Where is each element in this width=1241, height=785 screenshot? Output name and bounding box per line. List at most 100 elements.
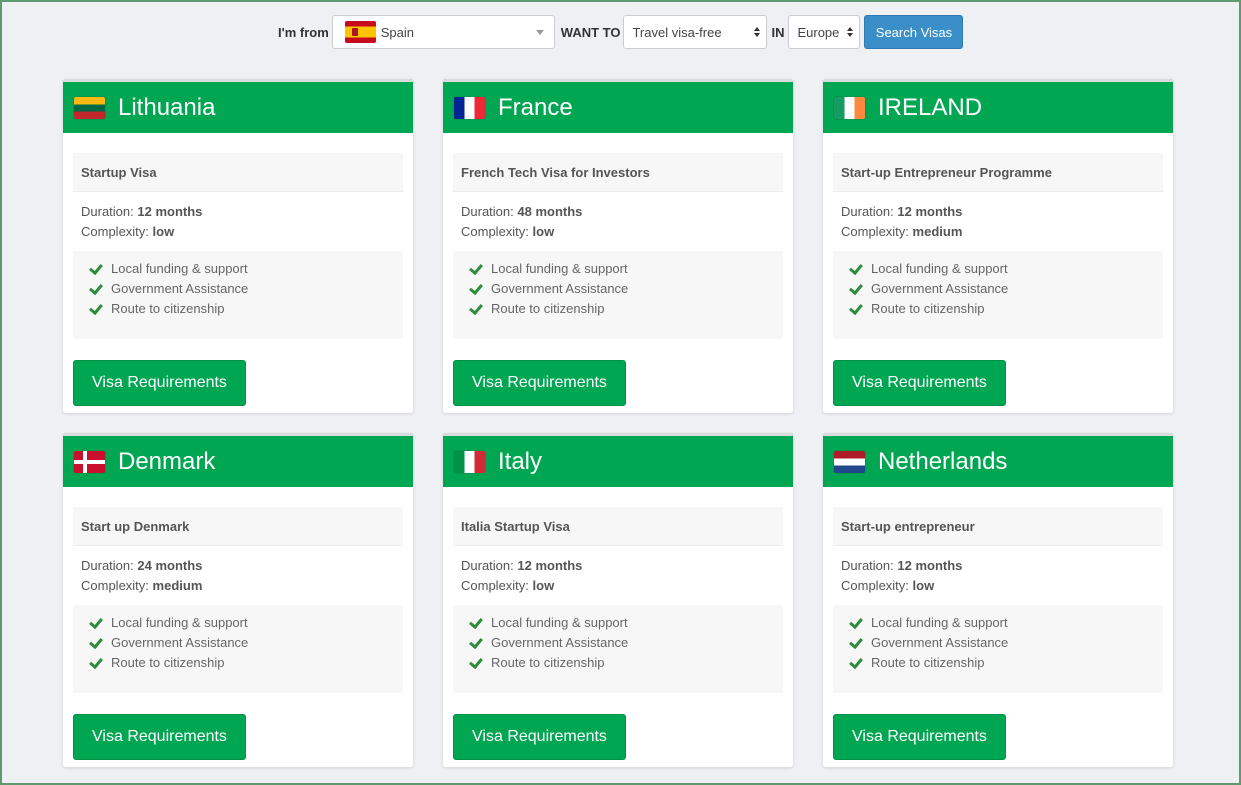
duration-value: 12 months [517,558,583,573]
complexity-label: Complexity: [81,578,149,593]
country-title: Denmark [118,447,216,475]
region-select[interactable]: Europe [788,15,861,49]
card-header: Lithuania [63,79,413,133]
duration-value: 24 months [137,558,203,573]
visa-card: Netherlands Start-up entrepreneur Durati… [823,433,1173,767]
check-icon [469,656,483,670]
visa-details: Duration: 12 months Complexity: medium [833,192,1163,251]
check-icon [89,262,103,276]
feature-label: Route to citizenship [491,655,605,670]
complexity-label: Complexity: [841,578,909,593]
list-item: Government Assistance [89,633,403,653]
card-header: Italy [443,433,793,487]
feature-label: Local funding & support [491,615,628,630]
visa-card: Lithuania Startup Visa Duration: 12 mont… [63,79,413,413]
card-header: IRELAND [823,79,1173,133]
check-icon [469,302,483,316]
feature-label: Route to citizenship [111,301,225,316]
program-name: Italia Startup Visa [453,507,783,546]
visa-search-bar: I'm from Spain WANT TO Travel visa-free … [278,15,964,49]
complexity-label: Complexity: [461,578,529,593]
france-flag-icon [454,96,485,119]
check-icon [849,636,863,650]
check-icon [849,656,863,670]
visa-details: Duration: 24 months Complexity: medium [73,546,403,605]
feature-label: Local funding & support [111,615,248,630]
visa-card: Italy Italia Startup Visa Duration: 12 m… [443,433,793,767]
check-icon [469,262,483,276]
visa-type-select[interactable]: Travel visa-free [623,15,768,49]
complexity-value: medium [912,224,963,239]
ireland-flag-icon [834,96,865,119]
program-name: Start-up Entrepreneur Programme [833,153,1163,192]
list-item: Route to citizenship [849,653,1163,673]
duration-label: Duration: [841,558,894,573]
feature-label: Route to citizenship [871,301,985,316]
complexity-label: Complexity: [81,224,149,239]
feature-label: Government Assistance [111,281,249,296]
feature-label: Government Assistance [111,635,249,650]
list-item: Government Assistance [849,279,1163,299]
from-label: I'm from [278,24,329,40]
select-arrows-icon [754,27,761,37]
program-name: Start-up entrepreneur [833,507,1163,546]
list-item: Local funding & support [89,259,403,279]
list-item: Route to citizenship [469,299,783,319]
search-visas-button[interactable]: Search Visas [864,15,964,49]
italy-flag-icon [454,450,485,473]
check-icon [469,282,483,296]
list-item: Government Assistance [849,633,1163,653]
feature-list: Local funding & support Government Assis… [73,605,403,693]
check-icon [89,636,103,650]
duration-label: Duration: [461,204,514,219]
feature-label: Government Assistance [491,635,629,650]
lithuania-flag-icon [74,96,105,119]
list-item: Route to citizenship [89,653,403,673]
feature-list: Local funding & support Government Assis… [453,605,783,693]
complexity-label: Complexity: [461,224,529,239]
country-title: France [498,93,573,121]
complexity-label: Complexity: [841,224,909,239]
visa-requirements-button[interactable]: Visa Requirements [833,360,1006,406]
visa-requirements-button[interactable]: Visa Requirements [453,714,626,760]
feature-list: Local funding & support Government Assis… [833,251,1163,339]
feature-label: Local funding & support [111,261,248,276]
feature-list: Local funding & support Government Assis… [453,251,783,339]
visa-card: IRELAND Start-up Entrepreneur Programme … [823,79,1173,413]
visa-details: Duration: 12 months Complexity: low [833,546,1163,605]
visa-details: Duration: 48 months Complexity: low [453,192,783,251]
duration-value: 12 months [137,204,203,219]
feature-label: Local funding & support [871,615,1008,630]
country-title: Netherlands [878,447,1008,475]
visa-requirements-button[interactable]: Visa Requirements [73,360,246,406]
visa-requirements-button[interactable]: Visa Requirements [453,360,626,406]
program-name: French Tech Visa for Investors [453,153,783,192]
feature-label: Government Assistance [871,635,1009,650]
visa-details: Duration: 12 months Complexity: low [73,192,403,251]
feature-list: Local funding & support Government Assis… [73,251,403,339]
feature-label: Route to citizenship [871,655,985,670]
visa-card: France French Tech Visa for Investors Du… [443,79,793,413]
feature-label: Government Assistance [491,281,629,296]
check-icon [849,302,863,316]
program-name: Startup Visa [73,153,403,192]
duration-value: 12 months [897,204,963,219]
list-item: Local funding & support [89,613,403,633]
card-header: Netherlands [823,433,1173,487]
list-item: Government Assistance [469,633,783,653]
check-icon [89,656,103,670]
duration-label: Duration: [461,558,514,573]
card-header: France [443,79,793,133]
spain-flag-icon [344,21,376,43]
country-select[interactable]: Spain [331,15,555,49]
list-item: Local funding & support [849,259,1163,279]
duration-value: 12 months [897,558,963,573]
complexity-value: low [532,578,555,593]
list-item: Local funding & support [469,259,783,279]
visa-type-value: Travel visa-free [632,24,722,40]
feature-label: Local funding & support [871,261,1008,276]
visa-requirements-button[interactable]: Visa Requirements [73,714,246,760]
duration-label: Duration: [81,558,134,573]
duration-value: 48 months [517,204,583,219]
visa-requirements-button[interactable]: Visa Requirements [833,714,1006,760]
